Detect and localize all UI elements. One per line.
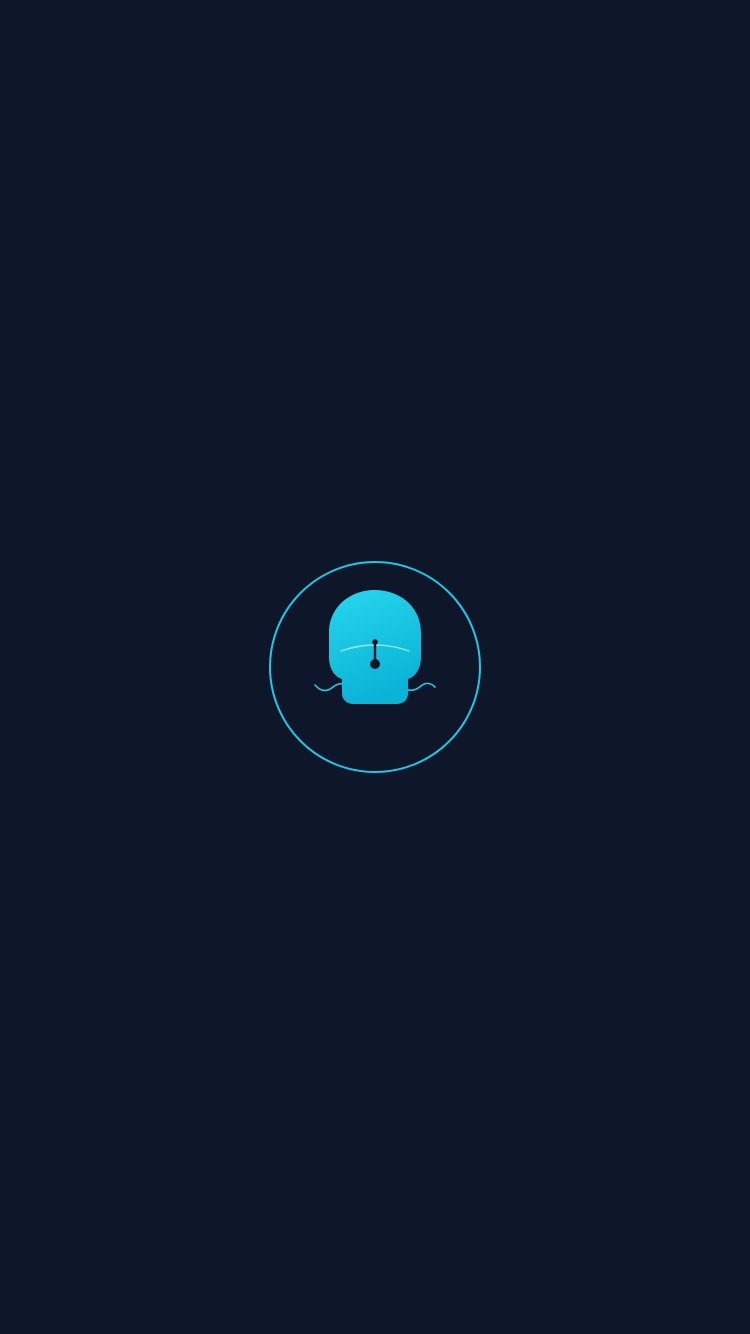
left-wave [314, 682, 344, 692]
splash-screen [0, 0, 750, 1334]
center-dot-bottom [370, 659, 380, 669]
app-mascot-logo-icon [314, 590, 436, 704]
center-dot-top [372, 639, 378, 645]
